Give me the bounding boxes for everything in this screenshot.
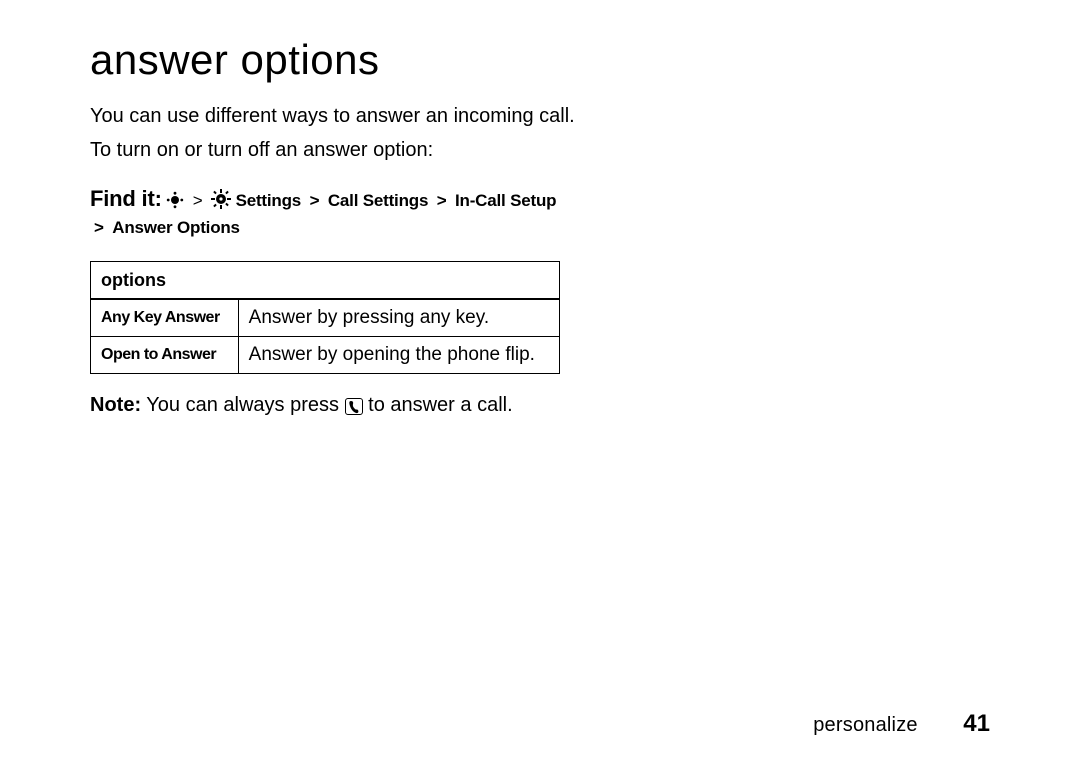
page-number: 41 [963, 710, 990, 737]
note-label: Note: [90, 394, 141, 416]
option-description: Answer by pressing any key. [238, 299, 559, 337]
path-segment-incall-setup: In-Call Setup [455, 191, 556, 210]
options-table-header: options [91, 261, 560, 299]
page-title: answer options [90, 36, 990, 84]
path-sep: > [437, 188, 447, 214]
table-row: Open to Answer Answer by opening the pho… [91, 336, 560, 373]
path-sep: > [310, 188, 320, 214]
settings-gear-icon [211, 189, 231, 209]
intro-line-1: You can use different ways to answer an … [90, 102, 990, 130]
intro-line-2: To turn on or turn off an answer option: [90, 136, 990, 164]
note-text-after: to answer a call. [363, 394, 513, 416]
path-segment-settings: Settings [236, 191, 301, 210]
find-it-path: Find it: > [90, 182, 990, 241]
page-footer: personalize 41 [813, 710, 990, 738]
path-sep: > [193, 188, 203, 214]
path-sep: > [94, 215, 104, 241]
note-text-before: You can always press [141, 394, 344, 416]
note-line: Note: You can always press to answer a c… [90, 394, 990, 417]
table-row: Any Key Answer Answer by pressing any ke… [91, 299, 560, 337]
option-description: Answer by opening the phone flip. [238, 336, 559, 373]
path-segment-answer-options: Answer Options [112, 218, 240, 237]
manual-page: answer options You can use different way… [0, 0, 1080, 766]
send-key-icon [345, 398, 363, 415]
find-it-label: Find it: [90, 186, 162, 211]
option-key: Open to Answer [91, 336, 239, 373]
section-name: personalize [813, 714, 918, 736]
option-key: Any Key Answer [91, 299, 239, 337]
nav-key-icon [166, 191, 184, 209]
path-segment-call-settings: Call Settings [328, 191, 428, 210]
options-table: options Any Key Answer Answer by pressin… [90, 261, 560, 374]
